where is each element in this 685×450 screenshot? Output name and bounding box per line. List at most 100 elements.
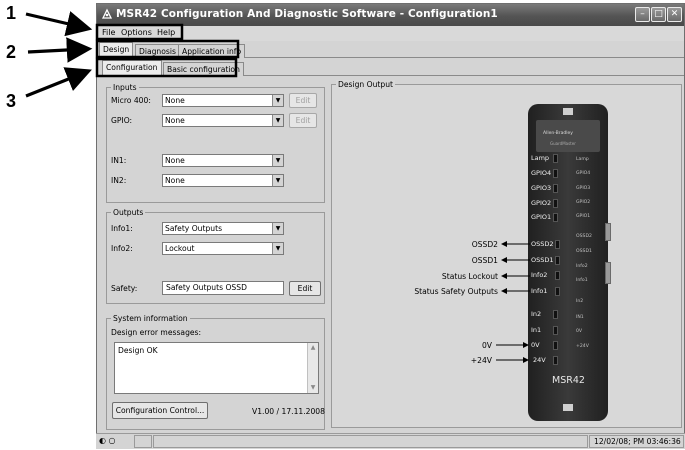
device-top-slot [563,108,573,115]
main-tab-strip: Design Diagnosis Application info [97,42,684,58]
terminal-lamp: Lamp [531,154,550,162]
terminal-info1: Info1 [531,287,548,295]
terminal-pin [553,341,558,350]
status-datetime-cell: 12/02/08; PM 03:46:36 [589,435,684,448]
terminal-right-info1: Info1 [576,278,588,283]
chevron-down-icon[interactable]: ▼ [272,243,283,254]
micro400-select[interactable]: None ▼ [162,94,284,107]
tab-design[interactable]: Design [99,42,134,58]
window-title: MSR42 Configuration And Diagnostic Softw… [116,8,498,20]
in2-value: None [165,176,185,185]
terminal-pin [555,256,560,265]
maximize-button[interactable]: □ [651,7,666,22]
info1-label: Info1: [111,224,133,233]
terminal-24v: 24V [533,356,546,364]
signal-status-safety-outputs: Status Safety Outputs [414,287,498,296]
safety-edit-button[interactable]: Edit [289,281,321,296]
signal-0v: 0V [481,341,492,350]
terminal-pin [553,326,558,335]
scroll-up-icon[interactable]: ▲ [308,343,318,353]
terminal-0v: 0V [531,341,540,349]
terminal-pin [553,310,558,319]
info1-value: Safety Outputs [165,224,223,233]
tab-configuration[interactable]: Configuration [102,60,162,76]
signal-ossd2: OSSD2 [471,240,498,249]
menu-help[interactable]: Help [157,28,175,37]
design-error-messages-text: Design OK [118,346,158,355]
terminal-right-0v: 0V [576,329,583,334]
terminal-gpio2: GPIO2 [531,199,552,207]
chevron-down-icon[interactable]: ▼ [272,155,283,166]
version-text: V1.00 / 17.11.2008 [252,407,325,416]
status-datetime: 12/02/08; PM 03:46:36 [594,437,681,446]
in1-select[interactable]: None ▼ [162,154,284,167]
callout-1: 1 [6,3,17,23]
micro400-label: Micro 400: [111,96,151,105]
chevron-down-icon[interactable]: ▼ [272,175,283,186]
info2-label: Info2: [111,244,133,253]
system-info-legend: System information [111,314,190,323]
minimize-button[interactable]: – [635,7,650,22]
terminal-right-info2: Info2 [576,264,588,269]
side-connector [605,223,611,241]
terminal-ossd1: OSSD1 [531,256,554,264]
terminal-pin [555,271,560,280]
terminal-pin [553,213,558,222]
signal-24v: +24V [470,356,492,365]
terminal-right-gpio1: GPIO1 [576,214,591,219]
chevron-down-icon[interactable]: ▼ [272,95,283,106]
terminal-gpio3: GPIO3 [531,184,552,192]
tab-diagnosis[interactable]: Diagnosis [135,44,180,58]
safety-label: Safety: [111,284,138,293]
tab-basic-configuration[interactable]: Basic configuration [163,62,244,76]
terminal-in2: In2 [531,310,542,318]
terminal-right-gpio4: GPIO4 [576,171,591,176]
terminal-right-ossd2: OSSD2 [576,234,592,239]
signal-status-lockout: Status Lockout [441,272,498,281]
info2-value: Lockout [165,244,195,253]
callout-2: 2 [6,42,17,62]
close-button[interactable]: ✕ [667,7,682,22]
messages-scrollbar[interactable]: ▲ ▼ [307,343,318,393]
status-message-area [153,435,588,448]
safety-field[interactable]: Safety Outputs OSSD [162,281,284,295]
device-brand-sub: GuardMaster [550,141,576,146]
device-label-area [536,120,600,152]
terminal-right-in1: IN1 [576,315,584,320]
terminal-gpio4: GPIO4 [531,169,552,177]
design-output-panel: Design Output [331,80,682,428]
chevron-down-icon[interactable]: ▼ [272,115,283,126]
title-bar[interactable]: MSR42 Configuration And Diagnostic Softw… [97,4,684,26]
configuration-control-button[interactable]: Configuration Control... [112,402,208,419]
terminal-pin [553,356,558,365]
callout-3: 3 [6,91,17,111]
terminal-right-ossd1: OSSD1 [576,249,592,254]
terminal-pin [553,184,558,193]
gpio-value: None [165,116,185,125]
outputs-legend: Outputs [111,208,146,217]
menu-file[interactable]: File [102,28,115,37]
tab-application-info[interactable]: Application info [178,44,246,58]
device-brand: Allen-Bradley [543,131,573,136]
info2-select[interactable]: Lockout ▼ [162,242,284,255]
in2-select[interactable]: None ▼ [162,174,284,187]
terminal-gpio1: GPIO1 [531,213,552,221]
design-output-legend: Design Output [336,80,396,89]
gpio-select[interactable]: None ▼ [162,114,284,127]
gpio-edit-button[interactable]: Edit [289,113,317,128]
terminal-right-24v: +24V [576,344,589,349]
menu-options[interactable]: Options [121,28,152,37]
side-connector [605,262,611,284]
design-error-messages-label: Design error messages: [111,328,202,337]
menu-bar: File Options Help [97,26,684,41]
micro400-edit-button[interactable]: Edit [289,93,317,108]
device-bottom-slot [563,404,573,411]
in2-label: IN2: [111,176,127,185]
design-error-messages-box[interactable]: Design OK ▲ ▼ [114,342,319,394]
scroll-down-icon[interactable]: ▼ [308,383,318,393]
info1-select[interactable]: Safety Outputs ▼ [162,222,284,235]
device-model: MSR42 [552,375,585,386]
chevron-down-icon[interactable]: ▼ [272,223,283,234]
inputs-legend: Inputs [111,83,139,92]
in1-label: IN1: [111,156,127,165]
